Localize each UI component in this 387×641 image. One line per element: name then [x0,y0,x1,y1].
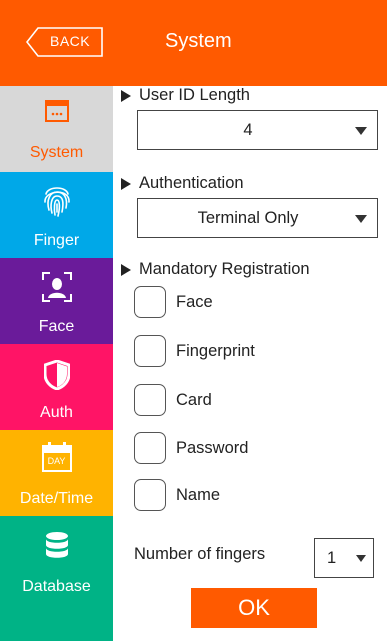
user-id-length-select[interactable]: 4 [137,110,378,150]
section-mandatory-registration: Mandatory Registration [121,260,310,279]
name-checkbox[interactable] [134,479,166,511]
chevron-down-icon [355,127,367,135]
card-checkbox[interactable] [134,384,166,416]
back-button-label: BACK [50,33,91,49]
section-title: Mandatory Registration [139,260,310,278]
fingerprint-checkbox[interactable] [134,335,166,367]
checkbox-label: Face [176,292,213,311]
shield-icon [0,360,113,390]
database-icon [0,532,113,562]
triangle-right-icon [121,177,131,190]
sidebar-item-database[interactable]: Database [0,516,113,641]
ok-button[interactable]: OK [191,588,317,628]
section-title: User ID Length [139,86,250,104]
triangle-right-icon [121,89,131,102]
triangle-right-icon [121,263,131,276]
section-authentication: Authentication [121,174,244,193]
window-icon [0,100,113,122]
sidebar-item-finger[interactable]: Finger [0,172,113,258]
sidebar-item-system[interactable]: System [0,86,113,172]
chevron-down-icon [355,215,367,223]
select-value: Terminal Only [197,209,299,227]
sidebar-item-label: Database [22,578,91,595]
checkbox-label: Fingerprint [176,341,255,360]
page-title: System [165,30,232,52]
checkbox-label: Name [176,485,221,504]
face-checkbox[interactable] [134,286,166,318]
select-value: 1 [327,549,337,567]
fingerprint-icon [0,182,113,218]
checkbox-row-card[interactable]: Card [134,384,212,416]
back-button[interactable]: BACK [26,27,104,57]
sidebar-item-label: Finger [33,232,80,249]
checkbox-row-fingerprint[interactable]: Fingerprint [134,335,255,367]
authentication-select[interactable]: Terminal Only [137,198,378,238]
checkbox-label: Password [176,438,249,457]
app-header: BACK System [0,0,387,86]
number-of-fingers-select[interactable]: 1 [314,538,374,578]
checkbox-label: Card [176,390,212,409]
section-title: Authentication [139,174,244,192]
sidebar-item-date-time[interactable]: DAY Date/Time [0,430,113,516]
checkbox-row-password[interactable]: Password [134,432,248,464]
sidebar-item-label: Date/Time [19,490,94,507]
checkbox-row-face[interactable]: Face [134,286,213,318]
password-checkbox[interactable] [134,432,166,464]
sidebar-item-label: Auth [40,404,73,421]
number-of-fingers-label: Number of fingers [134,545,266,563]
checkbox-row-name[interactable]: Name [134,479,220,511]
calendar-icon-text: DAY [47,456,66,466]
face-scan-icon [0,272,113,302]
section-user-id-length: User ID Length [121,86,250,105]
sidebar-item-auth[interactable]: Auth [0,344,113,430]
number-of-fingers-row: Number of fingers 1 [134,538,384,578]
sidebar-item-label: Face [38,318,75,335]
select-value: 4 [243,121,253,139]
settings-panel: User ID Length 4 Authentication Terminal… [113,86,387,641]
chevron-down-icon [356,555,366,562]
sidebar: System Finger Face Auth DAY Date/Time Da… [0,86,113,641]
sidebar-item-label: System [29,144,84,161]
sidebar-item-face[interactable]: Face [0,258,113,344]
